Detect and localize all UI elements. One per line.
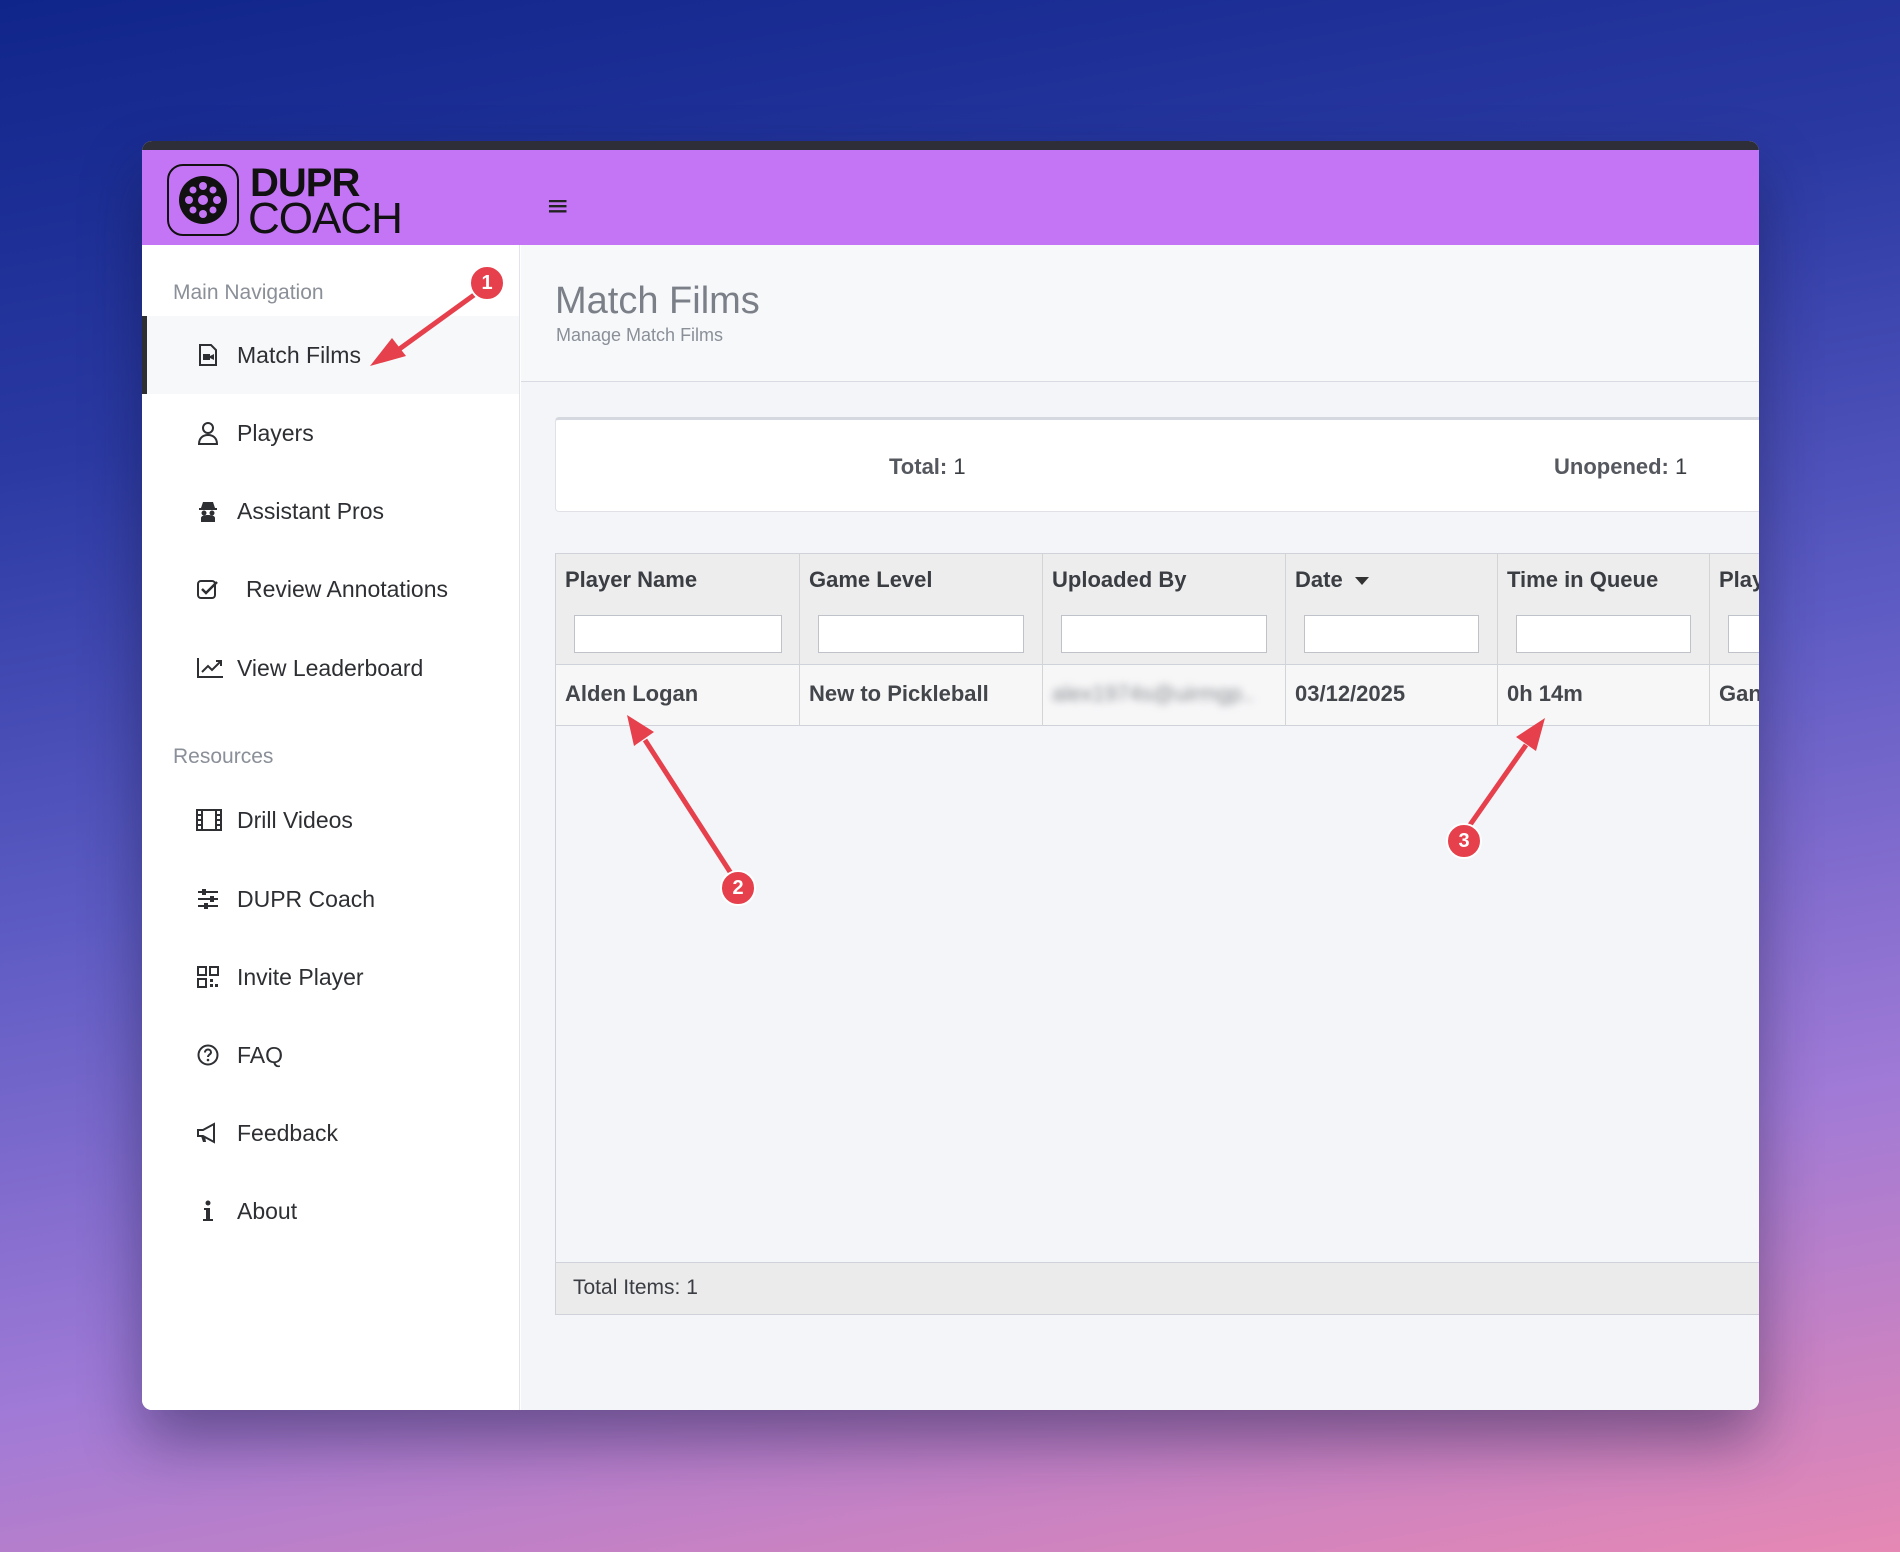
column-uploaded-by[interactable]: Uploaded By: [1043, 554, 1286, 665]
app-window: DUPR COACH ≡ Main Navigation Match Films…: [142, 141, 1759, 1410]
checkbox-icon: [196, 577, 220, 601]
page-title: Match Films: [555, 280, 760, 322]
resources-label: Resources: [173, 745, 274, 768]
game-level-filter-input[interactable]: [818, 615, 1024, 653]
column-header-label: Time in Queue: [1507, 567, 1659, 592]
cell-game-level: New to Pickleball: [800, 665, 1043, 726]
film-icon: [196, 808, 222, 832]
sort-descending-icon[interactable]: [1354, 577, 1369, 586]
match-films-table: Player Name Game Level Uploaded By Date …: [555, 553, 1759, 1315]
sidebar-item-label: DUPR Coach: [237, 885, 376, 912]
uploaded-by-filter-input[interactable]: [1061, 615, 1267, 653]
sidebar-item-players[interactable]: Players: [142, 394, 519, 472]
sidebar-item-about[interactable]: About: [142, 1172, 519, 1250]
app-header: DUPR COACH ≡: [142, 150, 1759, 245]
pickleball-logo-icon[interactable]: [167, 164, 239, 236]
stat-total: Total: 1: [889, 454, 966, 480]
sidebar-item-label: About: [237, 1197, 298, 1224]
sidebar-item-drill-videos[interactable]: Drill Videos: [142, 781, 519, 859]
sliders-icon: [196, 887, 220, 911]
player-name-filter-input[interactable]: [574, 615, 782, 653]
time-in-queue-text: 0h 14m: [1507, 681, 1583, 706]
stat-unopened-value: 1: [1675, 454, 1688, 479]
page-header: Match Films Manage Match Films: [521, 245, 1759, 382]
question-circle-icon: [196, 1043, 220, 1067]
window-top-strip: [142, 141, 1759, 150]
cell-player-name[interactable]: Alden Logan: [556, 665, 800, 726]
table-row[interactable]: Alden Logan New to Pickleball alex1974s@…: [556, 665, 1759, 726]
hamburger-icon[interactable]: ≡: [546, 192, 569, 220]
stat-unopened: Unopened: 1: [1554, 454, 1687, 480]
annotation-badge-3: 3: [1446, 823, 1482, 859]
annotation-badge-2: 2: [720, 870, 756, 906]
column-date[interactable]: Date: [1286, 554, 1498, 665]
play-text: Gan: [1719, 681, 1759, 706]
column-header-label: Date: [1295, 567, 1369, 593]
sidebar-item-faq[interactable]: FAQ: [142, 1016, 519, 1094]
stat-unopened-label: Unopened:: [1554, 454, 1669, 479]
info-icon: [196, 1199, 220, 1223]
column-header-label: Play: [1719, 567, 1759, 592]
sidebar-item-label: Players: [237, 419, 314, 446]
cell-time-in-queue: 0h 14m: [1498, 665, 1710, 726]
sidebar-item-dupr-coach[interactable]: DUPR Coach: [142, 860, 519, 938]
time-in-queue-filter-input[interactable]: [1516, 615, 1691, 653]
annotation-badge-1: 1: [469, 265, 505, 301]
cell-uploaded-by: alex1974s@uirmgp..: [1043, 665, 1286, 726]
spy-icon: [196, 499, 220, 523]
uploaded-by-text: alex1974s@uirmgp..: [1052, 681, 1255, 706]
sidebar-item-label: Review Annotations: [246, 575, 449, 602]
stat-total-label: Total:: [889, 454, 948, 479]
video-file-icon: [196, 343, 220, 367]
user-icon: [196, 421, 220, 445]
total-items-text: Total Items: 1: [573, 1276, 698, 1299]
sidebar-item-match-films[interactable]: Match Films: [142, 316, 519, 394]
page-subtitle: Manage Match Films: [556, 325, 724, 345]
play-filter-input[interactable]: [1728, 615, 1759, 653]
line-chart-icon: [196, 656, 224, 680]
table-header: Player Name Game Level Uploaded By Date …: [556, 554, 1759, 665]
sidebar: Main Navigation Match Films Players Assi…: [142, 245, 520, 1410]
main-navigation-label: Main Navigation: [173, 281, 324, 304]
sidebar-item-feedback[interactable]: Feedback: [142, 1094, 519, 1172]
sidebar-item-label: Assistant Pros: [237, 497, 384, 524]
qr-code-icon: [196, 965, 220, 989]
sidebar-item-label: View Leaderboard: [237, 654, 424, 681]
column-header-label: Player Name: [565, 567, 698, 592]
sidebar-item-label: Match Films: [237, 341, 361, 368]
sidebar-item-invite-player[interactable]: Invite Player: [142, 938, 519, 1016]
table-footer: Total Items: 1: [556, 1262, 1759, 1314]
column-game-level[interactable]: Game Level: [800, 554, 1043, 665]
sidebar-item-label: Invite Player: [237, 963, 364, 990]
sidebar-item-label: Feedback: [237, 1119, 339, 1146]
sidebar-item-view-leaderboard[interactable]: View Leaderboard: [142, 629, 519, 707]
stat-total-value: 1: [953, 454, 966, 479]
player-name-text: Alden Logan: [565, 681, 699, 706]
game-level-text: New to Pickleball: [809, 681, 989, 706]
stats-panel: Total: 1 Unopened: 1: [555, 417, 1759, 512]
column-play[interactable]: Play: [1710, 554, 1759, 665]
column-time-in-queue[interactable]: Time in Queue: [1498, 554, 1710, 665]
column-header-label: Uploaded By: [1052, 567, 1187, 592]
date-filter-input[interactable]: [1304, 615, 1479, 653]
cell-date: 03/12/2025: [1286, 665, 1498, 726]
date-text: 03/12/2025: [1295, 681, 1406, 706]
main-content: Match Films Manage Match Films Total: 1 …: [521, 245, 1759, 1410]
sidebar-item-assistant-pros[interactable]: Assistant Pros: [142, 472, 519, 550]
cell-play: Gan: [1710, 665, 1759, 726]
sidebar-item-label: FAQ: [237, 1041, 284, 1068]
logo-coach-text: COACH: [248, 194, 403, 243]
sidebar-item-label: Drill Videos: [237, 806, 353, 833]
megaphone-icon: [196, 1121, 220, 1145]
column-header-label: Game Level: [809, 567, 933, 592]
column-player-name[interactable]: Player Name: [556, 554, 800, 665]
sidebar-item-review-annotations[interactable]: Review Annotations: [142, 550, 519, 628]
